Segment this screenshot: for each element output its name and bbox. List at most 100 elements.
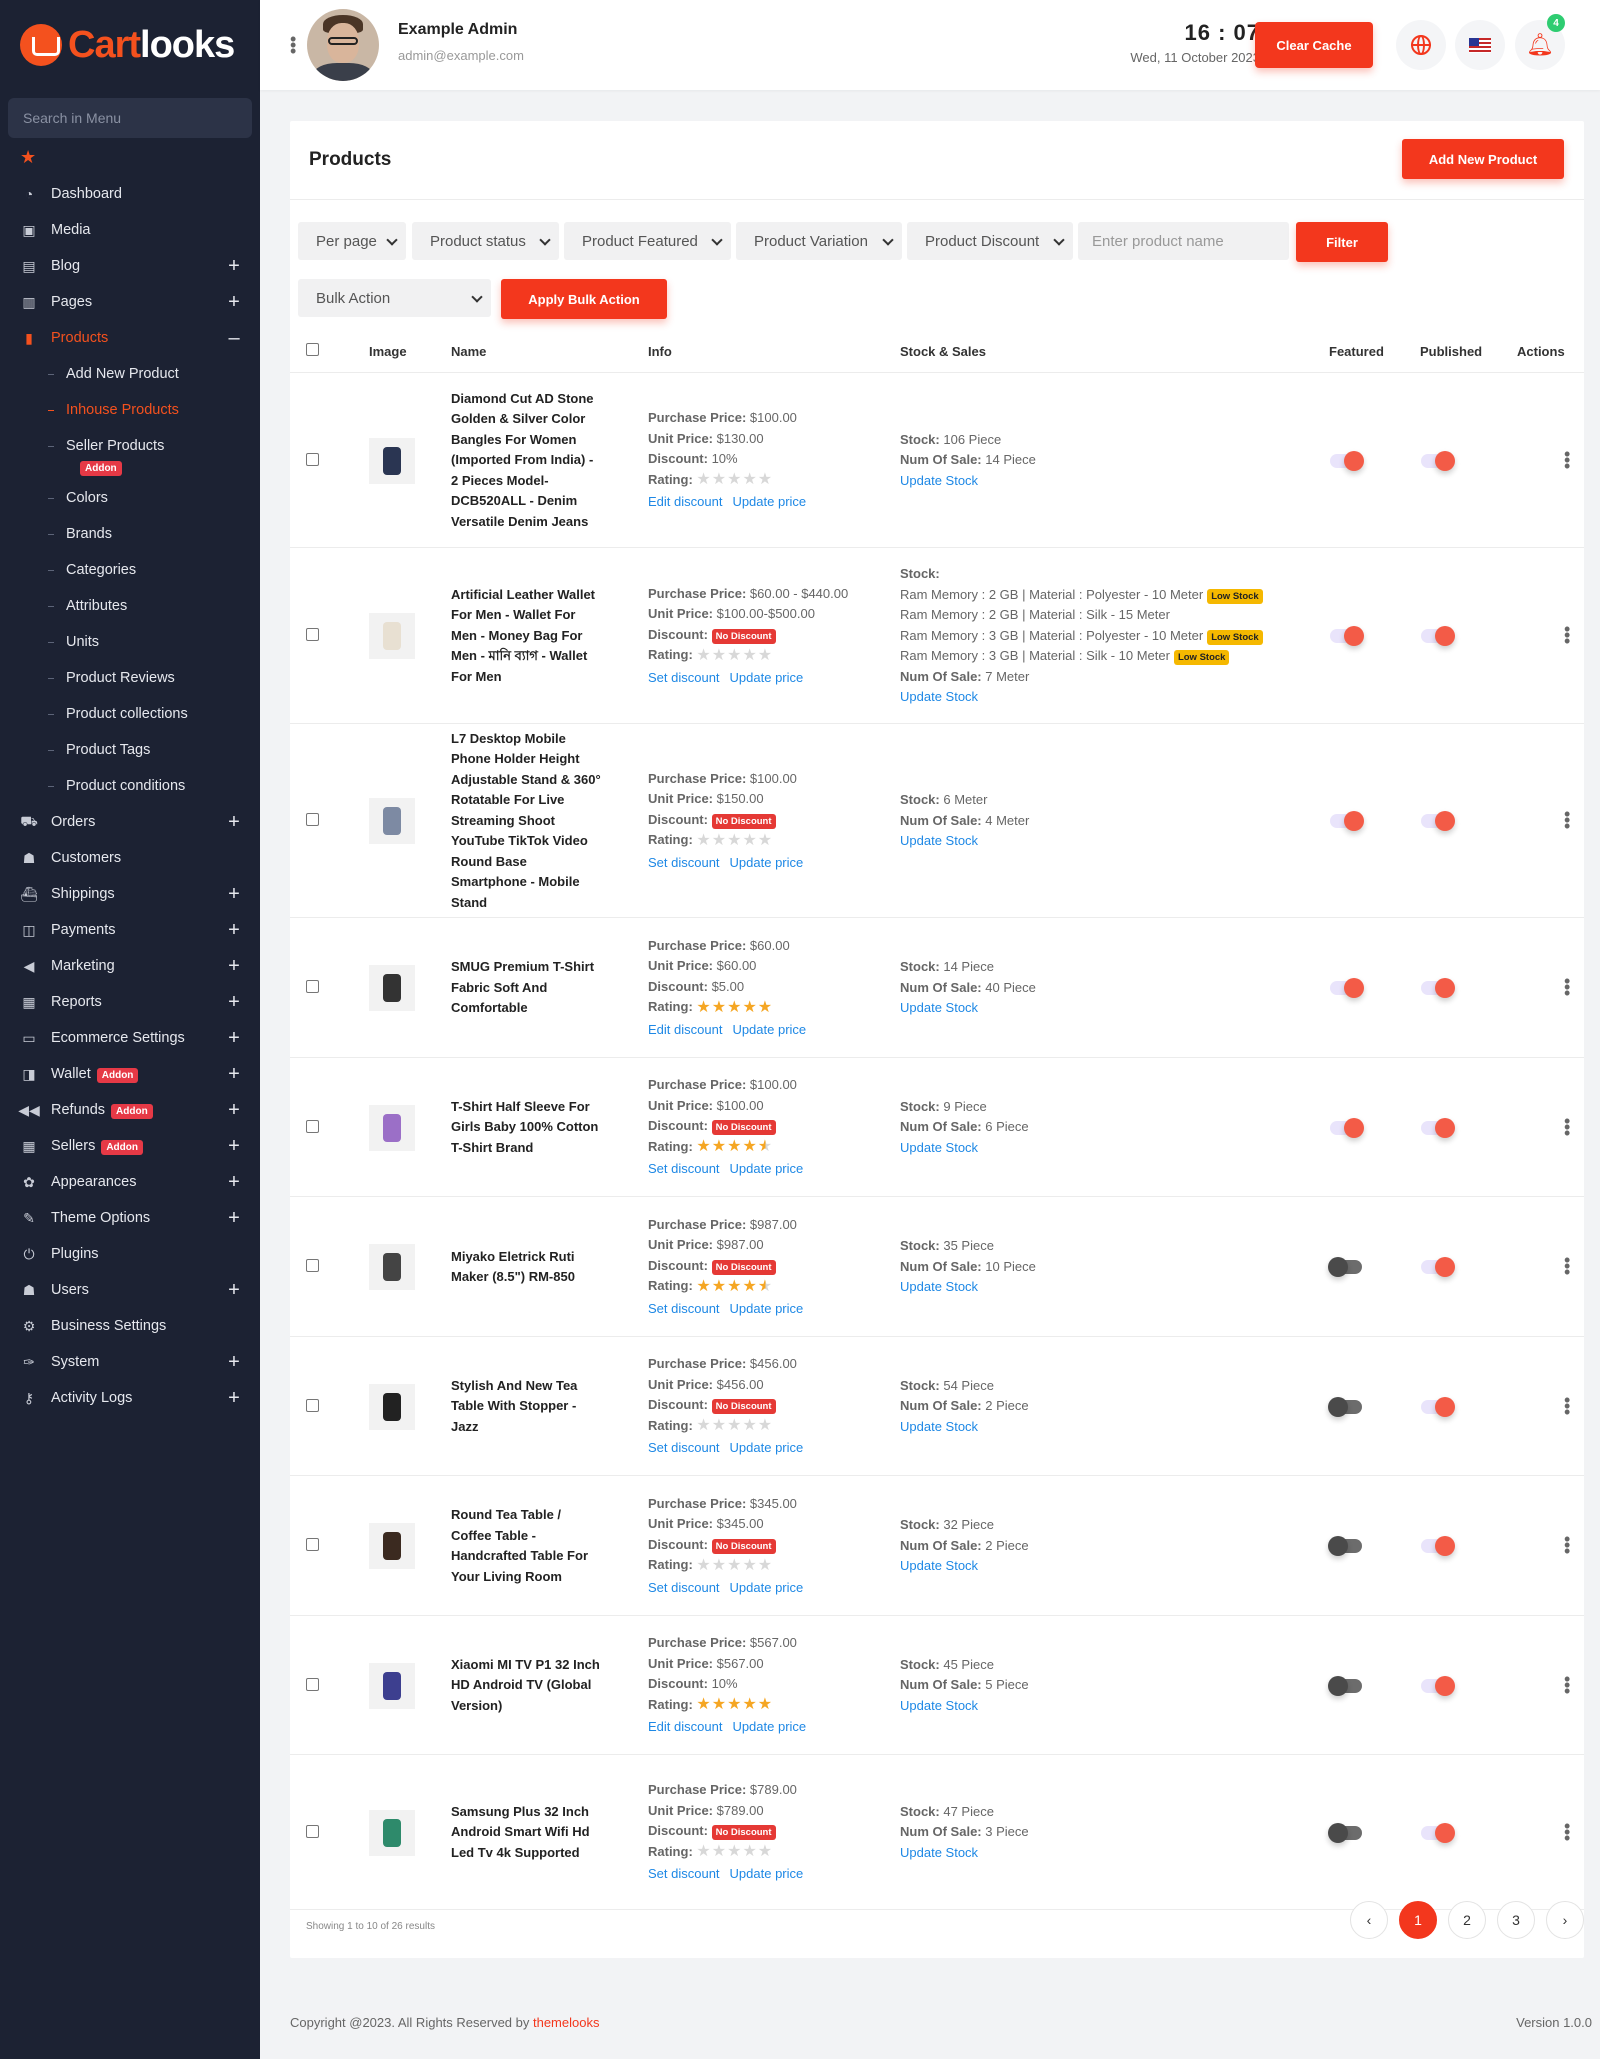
- clear-cache-button[interactable]: Clear Cache: [1255, 22, 1373, 68]
- update-price-link[interactable]: Update price: [730, 1161, 804, 1176]
- product-discount-select[interactable]: Product Discount: [907, 222, 1073, 260]
- product-thumbnail[interactable]: [369, 1662, 415, 1709]
- avatar[interactable]: [307, 9, 379, 81]
- discount-link[interactable]: Set discount: [648, 1866, 720, 1881]
- sidebar-subitem-brands[interactable]: Brands: [0, 516, 260, 552]
- sidebar-item-refunds[interactable]: ◀◀ Refunds Addon +: [0, 1092, 260, 1128]
- product-thumbnail[interactable]: [369, 613, 415, 659]
- product-thumbnail[interactable]: [369, 1244, 415, 1290]
- row-checkbox[interactable]: [306, 1398, 319, 1412]
- product-name[interactable]: Xiaomi MI TV P1 32 Inch HD Android TV (G…: [451, 1655, 601, 1717]
- sidebar-subitem-inhouse-products[interactable]: Inhouse Products: [0, 392, 260, 428]
- update-price-link[interactable]: Update price: [730, 1866, 804, 1881]
- expand-icon[interactable]: +: [226, 811, 242, 834]
- featured-toggle[interactable]: [1328, 1396, 1362, 1417]
- sidebar-item-marketing[interactable]: ◀ Marketing +: [0, 948, 260, 984]
- discount-link[interactable]: Set discount: [648, 670, 720, 685]
- sidebar-item-dashboard[interactable]: ◔ Dashboard: [0, 176, 260, 212]
- product-name[interactable]: L7 Desktop Mobile Phone Holder Height Ad…: [451, 729, 601, 914]
- sidebar-item-theme-options[interactable]: ✎ Theme Options +: [0, 1200, 260, 1236]
- row-actions-icon[interactable]: • • •: [1564, 1530, 1570, 1560]
- row-actions-icon[interactable]: • • •: [1564, 1391, 1570, 1421]
- sidebar-subitem-attributes[interactable]: Attributes: [0, 588, 260, 624]
- row-checkbox[interactable]: [306, 1259, 319, 1272]
- sidebar-item-sellers[interactable]: ▦ Sellers Addon +: [0, 1128, 260, 1164]
- expand-icon[interactable]: +: [226, 991, 242, 1014]
- update-stock-link[interactable]: Update Stock: [900, 1843, 1019, 1864]
- row-actions-icon[interactable]: • • •: [1564, 972, 1570, 1002]
- language-button[interactable]: [1396, 20, 1446, 70]
- select-all-checkbox[interactable]: [306, 343, 319, 356]
- published-toggle[interactable]: [1421, 1396, 1455, 1417]
- update-stock-link[interactable]: Update Stock: [900, 998, 1026, 1019]
- product-name[interactable]: T-Shirt Half Sleeve For Girls Baby 100% …: [451, 1097, 601, 1159]
- bulk-action-select[interactable]: Bulk Action: [298, 279, 491, 317]
- sidebar-item-media[interactable]: ▣ Media: [0, 212, 260, 248]
- update-price-link[interactable]: Update price: [730, 670, 804, 685]
- product-variation-select[interactable]: Product Variation: [736, 222, 902, 260]
- featured-toggle[interactable]: [1328, 1536, 1362, 1556]
- row-actions-icon[interactable]: • • •: [1564, 445, 1570, 475]
- discount-link[interactable]: Edit discount: [648, 1022, 722, 1037]
- update-price-link[interactable]: Update price: [732, 494, 806, 509]
- product-name-search-input[interactable]: [1078, 222, 1289, 260]
- featured-toggle[interactable]: [1330, 978, 1364, 998]
- published-toggle[interactable]: [1421, 1117, 1455, 1138]
- published-toggle[interactable]: [1421, 1675, 1455, 1696]
- expand-icon[interactable]: +: [226, 1171, 242, 1194]
- collapse-icon[interactable]: –: [226, 327, 242, 350]
- sidebar-item-appearances[interactable]: ✿ Appearances +: [0, 1164, 260, 1200]
- row-checkbox[interactable]: [306, 1119, 319, 1133]
- row-checkbox[interactable]: [306, 980, 319, 993]
- update-stock-link[interactable]: Update Stock: [900, 831, 1019, 852]
- published-toggle[interactable]: [1421, 1822, 1455, 1843]
- row-actions-icon[interactable]: • • •: [1564, 805, 1570, 835]
- sidebar-subitem-categories[interactable]: Categories: [0, 552, 260, 588]
- product-name[interactable]: SMUG Premium T-Shirt Fabric Soft And Com…: [451, 957, 601, 1019]
- published-toggle[interactable]: [1421, 811, 1455, 831]
- sidebar-item-users[interactable]: ☗ Users +: [0, 1272, 260, 1308]
- expand-icon[interactable]: +: [226, 1207, 242, 1230]
- sidebar-item-shippings[interactable]: ⛴ Shippings +: [0, 876, 260, 912]
- sidebar-item-plugins[interactable]: ⏻ Plugins: [0, 1236, 260, 1272]
- page-button-2[interactable]: 2: [1448, 1901, 1486, 1939]
- sidebar-subitem-add-new-product[interactable]: Add New Product: [0, 356, 260, 392]
- product-name[interactable]: Stylish And New Tea Table With Stopper -…: [451, 1376, 601, 1438]
- expand-icon[interactable]: +: [226, 1351, 242, 1374]
- expand-icon[interactable]: +: [226, 1027, 242, 1050]
- row-actions-icon[interactable]: • • •: [1564, 1251, 1570, 1281]
- expand-icon[interactable]: +: [226, 255, 242, 278]
- update-stock-link[interactable]: Update Stock: [900, 1277, 1026, 1298]
- featured-toggle[interactable]: [1330, 626, 1364, 646]
- row-actions-icon[interactable]: • • •: [1564, 1112, 1570, 1142]
- discount-link[interactable]: Edit discount: [648, 1719, 722, 1734]
- sidebar-item-products[interactable]: ▮ Products –: [0, 320, 260, 356]
- discount-link[interactable]: Edit discount: [648, 494, 722, 509]
- sidebar-item-payments[interactable]: ◫ Payments +: [0, 912, 260, 948]
- published-toggle[interactable]: [1421, 1257, 1455, 1277]
- product-name[interactable]: Artificial Leather Wallet For Men - Wall…: [451, 585, 601, 688]
- expand-icon[interactable]: +: [226, 1279, 242, 1302]
- published-toggle[interactable]: [1421, 450, 1455, 471]
- row-checkbox[interactable]: [306, 452, 319, 466]
- product-thumbnail[interactable]: [369, 1523, 415, 1569]
- published-toggle[interactable]: [1421, 626, 1455, 646]
- prev-page-button[interactable]: ‹: [1350, 1901, 1388, 1939]
- expand-icon[interactable]: +: [226, 955, 242, 978]
- brand-logo[interactable]: Cartlooks: [0, 0, 260, 90]
- sidebar-subitem-colors[interactable]: Colors: [0, 480, 260, 516]
- sidebar-toggle-icon[interactable]: • • •: [290, 30, 296, 60]
- sidebar-item-reports[interactable]: ▦ Reports +: [0, 984, 260, 1020]
- expand-icon[interactable]: +: [226, 1387, 242, 1410]
- update-price-link[interactable]: Update price: [732, 1022, 806, 1037]
- filter-button[interactable]: Filter: [1296, 222, 1388, 262]
- add-new-product-button[interactable]: Add New Product: [1402, 139, 1564, 179]
- expand-icon[interactable]: +: [226, 1099, 242, 1122]
- menu-search-input[interactable]: [23, 110, 243, 126]
- row-checkbox[interactable]: [306, 1677, 319, 1691]
- per-page-select[interactable]: Per page: [298, 222, 406, 260]
- sidebar-item-wallet[interactable]: ◨ Wallet Addon +: [0, 1056, 260, 1092]
- product-name[interactable]: Round Tea Table / Coffee Table - Handcra…: [451, 1505, 601, 1587]
- update-price-link[interactable]: Update price: [730, 1580, 804, 1595]
- expand-icon[interactable]: +: [226, 1135, 242, 1158]
